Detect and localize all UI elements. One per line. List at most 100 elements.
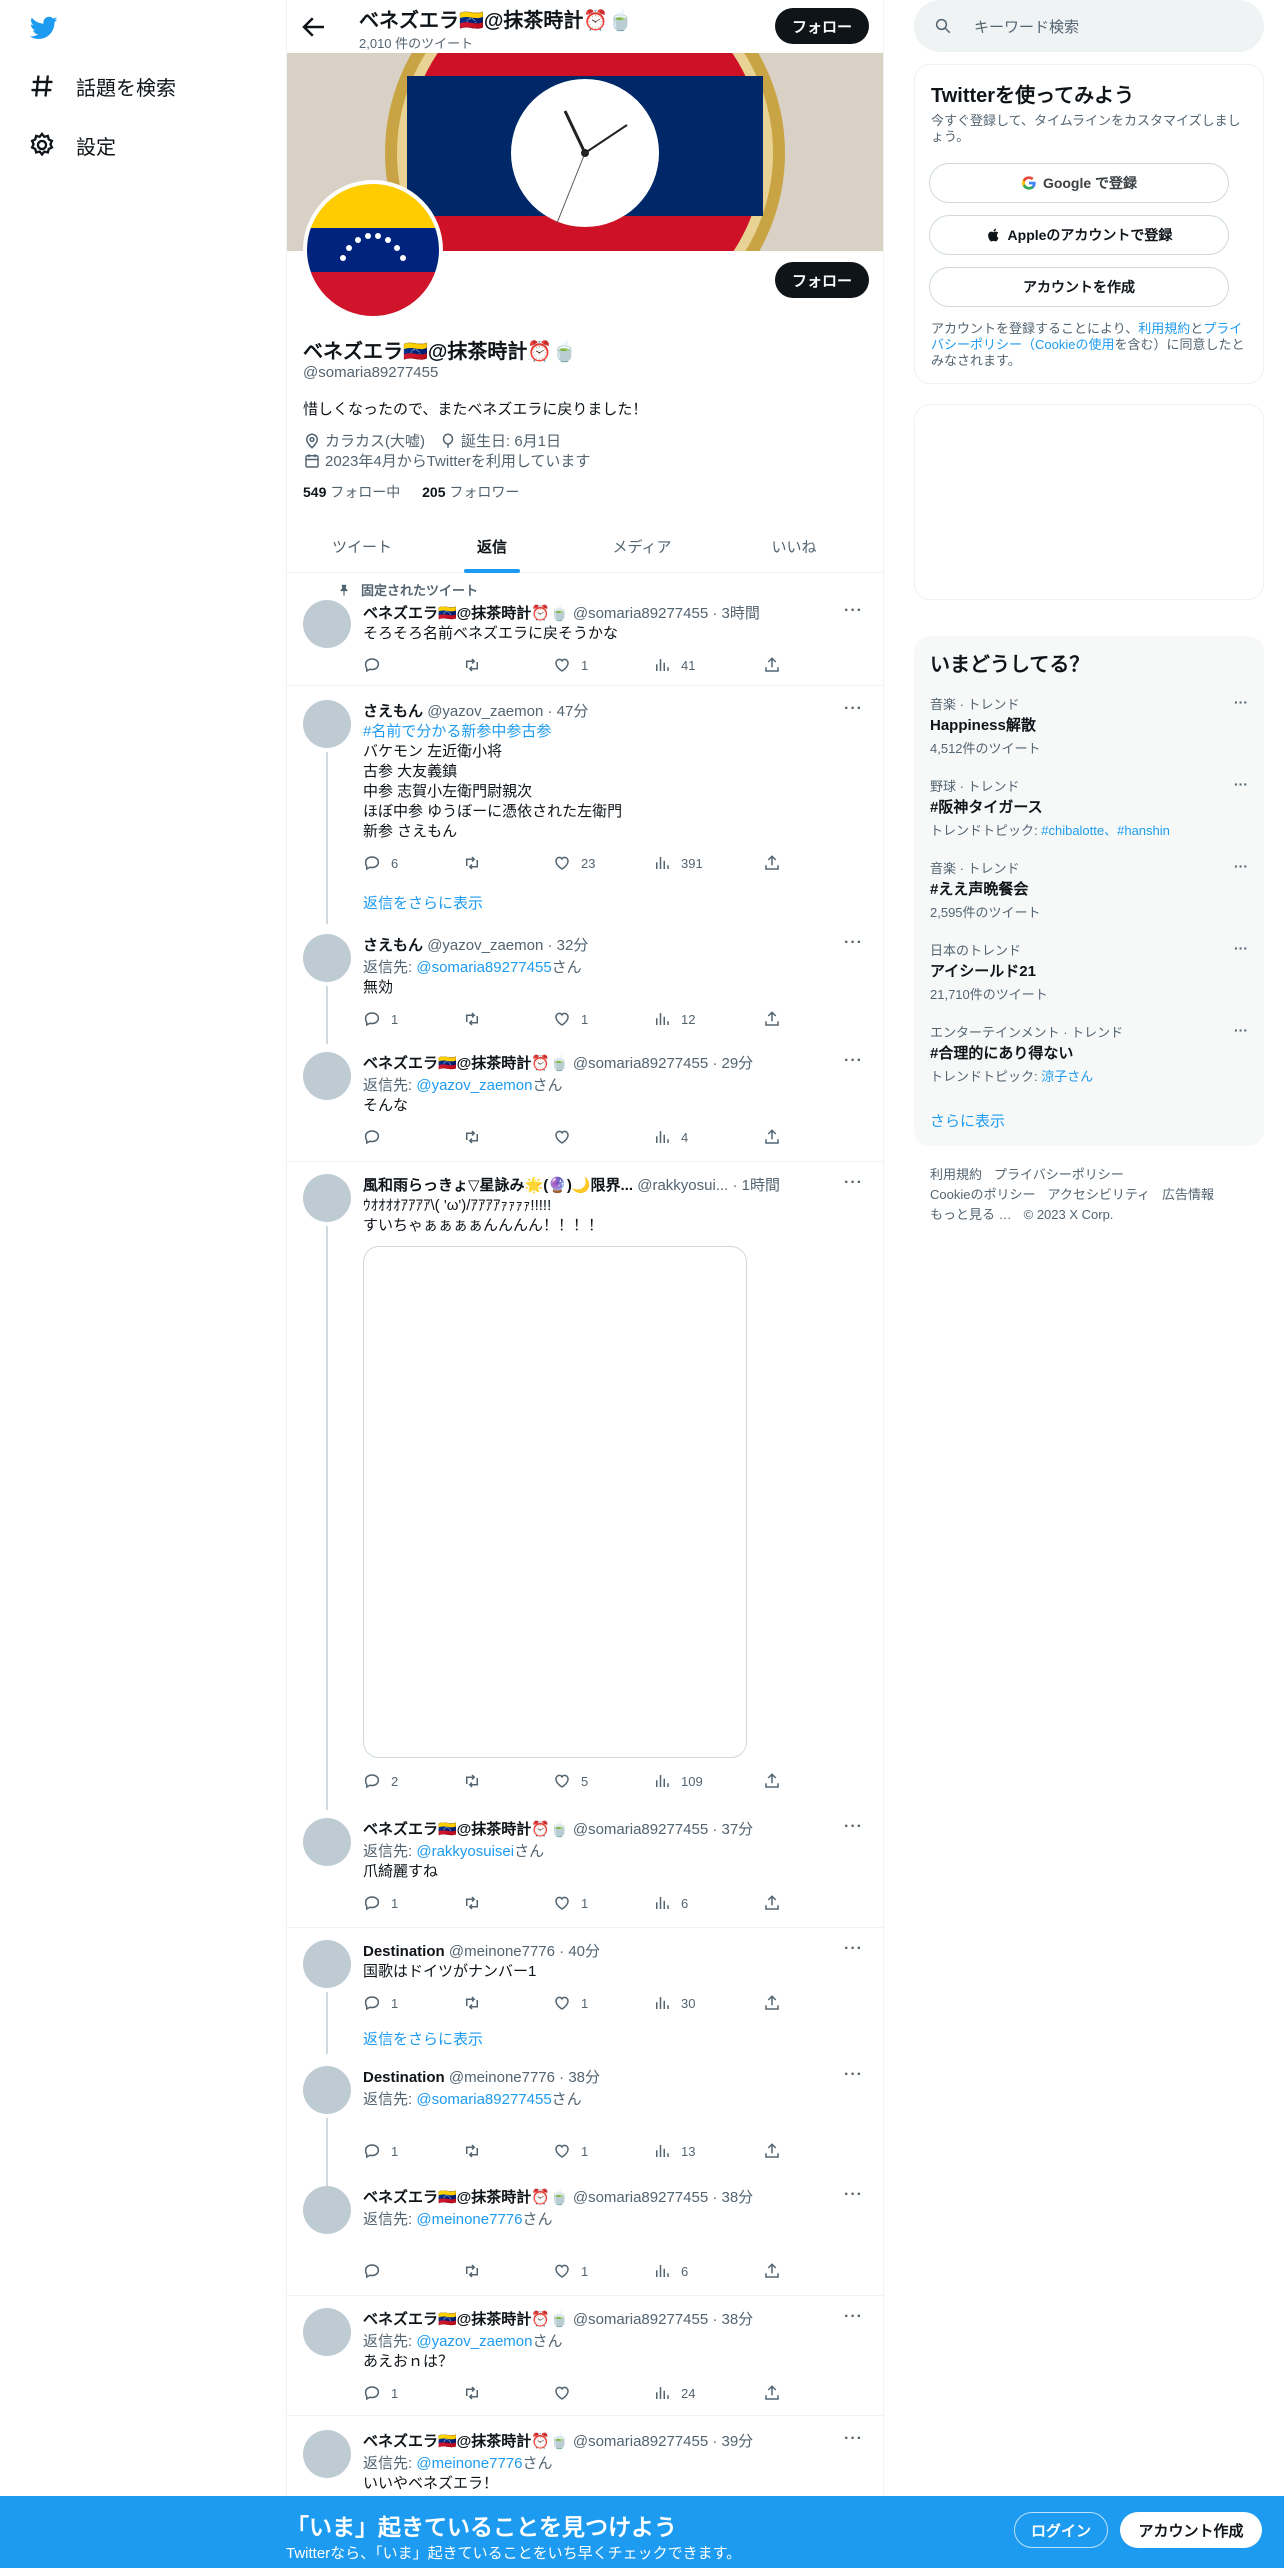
terms-link[interactable]: 利用規約 (1138, 321, 1190, 336)
share-button[interactable] (763, 1772, 791, 1790)
more-icon[interactable]: ··· (844, 2430, 863, 2448)
trend-item[interactable]: エンターテインメント · トレンド #合理的にあり得ない トレンドトピック: 涼… (914, 1022, 1264, 1102)
tab-replies[interactable]: 返信 (417, 520, 567, 573)
retweet-button[interactable] (463, 656, 491, 674)
more-icon[interactable]: ··· (844, 700, 863, 718)
following-link[interactable]: 549 フォロー中 (303, 484, 400, 500)
more-icon[interactable]: ··· (1234, 776, 1248, 792)
twitter-bird-icon[interactable] (28, 14, 60, 42)
views-button[interactable]: 12 (653, 1010, 695, 1028)
like-button[interactable]: 1 (553, 656, 588, 674)
share-button[interactable] (763, 1994, 791, 2012)
reply-button[interactable] (363, 656, 391, 674)
more-icon[interactable]: ··· (844, 2186, 863, 2204)
author-name[interactable]: さえもん (363, 937, 423, 954)
views-button[interactable]: 391 (653, 854, 703, 872)
retweet-button[interactable] (463, 2384, 491, 2402)
author-name[interactable]: ベネズエラ🇻🇪@抹茶時計⏰🍵 (363, 1821, 569, 1838)
share-button[interactable] (763, 2262, 791, 2280)
followers-link[interactable]: 205 フォロワー (422, 484, 519, 500)
reply-to-link[interactable]: @rakkyosuisei (416, 1843, 514, 1860)
like-button[interactable] (553, 1128, 581, 1146)
like-button[interactable]: 1 (553, 1894, 588, 1912)
tab-media[interactable]: メディア (567, 520, 717, 573)
tweet[interactable]: Destination @meinone7776 · 38分 ··· 返信先: … (287, 2066, 883, 2186)
avatar[interactable] (303, 2308, 351, 2356)
more-icon[interactable]: ··· (844, 2066, 863, 2084)
nav-settings[interactable]: 設定 (28, 125, 116, 165)
author-meta[interactable]: @meinone7776 · 40分 (449, 1943, 600, 1960)
reply-button[interactable] (363, 2262, 391, 2280)
views-button[interactable]: 109 (653, 1772, 703, 1790)
footer-ads[interactable]: 広告情報 (1162, 1187, 1214, 1202)
reply-to-link[interactable]: @meinone7776 (416, 2211, 522, 2228)
trend-item[interactable]: 日本のトレンド アイシールド21 21,710件のツイート ··· (914, 940, 1264, 1020)
more-icon[interactable]: ··· (1234, 940, 1248, 956)
reply-button[interactable]: 1 (363, 2384, 398, 2402)
footer-accessibility[interactable]: アクセシビリティ (1047, 1187, 1150, 1202)
show-more-replies[interactable]: 返信をさらに表示 (363, 892, 483, 913)
avatar[interactable] (303, 1818, 351, 1866)
trend-item[interactable]: 野球 · トレンド #阪神タイガース トレンドトピック: #chibalotte… (914, 776, 1264, 856)
more-icon[interactable]: ··· (844, 1940, 863, 1958)
like-button[interactable]: 1 (553, 1010, 588, 1028)
tweet[interactable]: 風和雨らっきょ▽星詠み🌟(🔮)🌙限界... @rakkyosui... · 1時… (287, 1162, 883, 1810)
more-icon[interactable]: ··· (1234, 1022, 1248, 1038)
tweet[interactable]: さえもん @yazov_zaemon · 32分 ··· 返信先: @somar… (287, 924, 883, 1044)
author-name[interactable]: ベネズエラ🇻🇪@抹茶時計⏰🍵 (363, 2189, 569, 2206)
avatar[interactable] (303, 2066, 351, 2114)
retweet-button[interactable] (463, 854, 491, 872)
views-button[interactable]: 41 (653, 656, 695, 674)
retweet-button[interactable] (463, 1772, 491, 1790)
share-button[interactable] (763, 854, 791, 872)
profile-avatar[interactable] (303, 180, 443, 320)
retweet-button[interactable] (463, 1128, 491, 1146)
author-meta[interactable]: @meinone7776 · 38分 (449, 2069, 600, 2086)
nav-explore[interactable]: 話題を検索 (28, 66, 176, 106)
more-icon[interactable]: ··· (844, 2308, 863, 2326)
more-icon[interactable]: ··· (844, 1174, 863, 1192)
more-icon[interactable]: ··· (844, 602, 863, 620)
author-name[interactable]: Destination (363, 1943, 445, 1960)
retweet-button[interactable] (463, 1010, 491, 1028)
avatar[interactable] (303, 934, 351, 982)
tweet-pinned[interactable]: 固定されたツイート ベネズエラ🇻🇪@抹茶時計⏰🍵 @somaria8927745… (287, 574, 883, 686)
share-button[interactable] (763, 2142, 791, 2160)
author-name[interactable]: ベネズエラ🇻🇪@抹茶時計⏰🍵 (363, 1055, 569, 1072)
views-button[interactable]: 6 (653, 1894, 688, 1912)
reply-to-link[interactable]: @somaria89277455 (416, 959, 551, 976)
footer-terms[interactable]: 利用規約 (930, 1167, 982, 1182)
author-meta[interactable]: @yazov_zaemon · 32分 (427, 937, 588, 954)
login-button[interactable]: ログイン (1014, 2512, 1108, 2548)
like-button[interactable]: 1 (553, 2142, 588, 2160)
tab-tweets[interactable]: ツイート (287, 520, 437, 573)
reply-to-link[interactable]: @somaria89277455 (416, 2091, 551, 2108)
like-button[interactable]: 1 (553, 2262, 588, 2280)
author-name[interactable]: ベネズエラ🇻🇪@抹茶時計⏰🍵 (363, 2311, 569, 2328)
reply-to-link[interactable]: @yazov_zaemon (416, 2333, 532, 2350)
share-button[interactable] (763, 1128, 791, 1146)
trends-show-more[interactable]: さらに表示 (930, 1110, 1005, 1131)
reply-button[interactable] (363, 1128, 391, 1146)
author-meta[interactable]: @somaria89277455 · 37分 (573, 1821, 753, 1838)
avatar[interactable] (303, 1940, 351, 1988)
author-meta[interactable]: @somaria89277455 · 29分 (573, 1055, 753, 1072)
avatar[interactable] (303, 1174, 351, 1222)
reply-to-link[interactable]: @meinone7776 (416, 2455, 522, 2472)
tweet-media[interactable] (363, 1246, 747, 1758)
footer-privacy[interactable]: プライバシーポリシー (994, 1167, 1124, 1182)
author-meta[interactable]: @rakkyosui... · 1時間 (637, 1177, 780, 1194)
like-button[interactable] (553, 2384, 581, 2402)
author-meta[interactable]: @somaria89277455 · 38分 (573, 2311, 753, 2328)
reply-button[interactable]: 2 (363, 1772, 398, 1790)
footer-more[interactable]: もっと見る … (930, 1207, 1012, 1222)
views-button[interactable]: 24 (653, 2384, 695, 2402)
signup-button[interactable]: アカウント作成 (1120, 2512, 1262, 2548)
tweet[interactable]: さえもん @yazov_zaemon · 47分 ··· #名前で分かる新参中参… (287, 686, 883, 924)
more-icon[interactable]: ··· (1234, 858, 1248, 874)
share-button[interactable] (763, 1010, 791, 1028)
google-signup-button[interactable]: Google で登録 (929, 163, 1229, 203)
retweet-button[interactable] (463, 2262, 491, 2280)
back-arrow-icon[interactable] (299, 12, 329, 42)
more-icon[interactable]: ··· (844, 934, 863, 952)
